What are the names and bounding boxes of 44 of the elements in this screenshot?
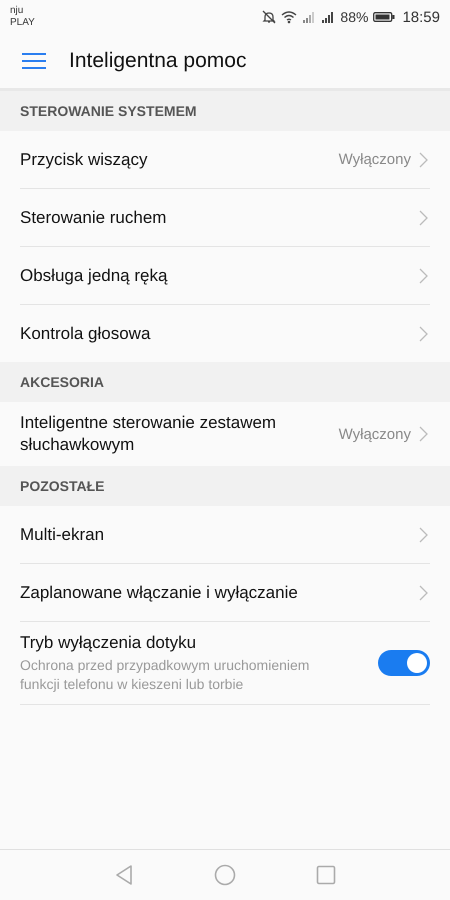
- menu-icon[interactable]: [22, 52, 46, 70]
- chevron-right-icon: [419, 526, 428, 542]
- section-title: STEROWANIE SYSTEMEM: [20, 103, 197, 119]
- signal-icon: [302, 10, 316, 24]
- settings-row[interactable]: Tryb wyłączenia dotyku Ochrona przed przypadkowym uruchomieniem funkcji telefonu w kieszeni lub torbie: [20, 622, 430, 705]
- toggle-switch[interactable]: [378, 650, 430, 676]
- settings-row[interactable]: Sterowanie ruchem: [20, 189, 430, 247]
- settings-row[interactable]: Inteligentne sterowanie zestawem słuchawkowym Wyłączony: [20, 402, 430, 466]
- battery-percent: 88%: [340, 9, 368, 25]
- setting-label: Przycisk wiszący: [20, 148, 149, 170]
- chevron-right-icon: [419, 584, 428, 600]
- muted-bell-icon: [262, 10, 276, 24]
- carrier-name: PLAY: [10, 17, 35, 29]
- setting-value: Wyłączony: [338, 151, 411, 168]
- setting-label: Inteligentne sterowanie zestawem słuchawkowym: [20, 412, 278, 456]
- settings-row[interactable]: Zaplanowane włączanie i wyłączanie: [20, 564, 430, 622]
- chevron-right-icon: [419, 152, 428, 168]
- setting-value: Wyłączony: [338, 426, 411, 442]
- clock-time: 18:59: [402, 8, 440, 26]
- chevron-right-icon: [419, 426, 428, 442]
- setting-label: Tryb wyłączenia dotyku: [20, 632, 198, 654]
- setting-label: Multi-ekran: [20, 524, 106, 546]
- settings-row[interactable]: Multi-ekran: [20, 506, 430, 564]
- carrier-name: nju: [10, 5, 24, 17]
- recents-icon[interactable]: [316, 865, 336, 885]
- back-icon[interactable]: [114, 864, 134, 886]
- setting-label: Sterowanie ruchem: [20, 206, 168, 228]
- settings-row[interactable]: Obsługa jedną ręką: [20, 247, 430, 305]
- settings-row[interactable]: Przycisk wiszący Wyłączony: [20, 131, 430, 189]
- wifi-icon: [281, 10, 298, 24]
- chevron-right-icon: [419, 268, 428, 284]
- settings-row[interactable]: Kontrola głosowa: [20, 305, 430, 362]
- chevron-right-icon: [419, 326, 428, 342]
- home-icon[interactable]: [214, 864, 236, 886]
- chevron-right-icon: [419, 210, 428, 226]
- setting-label: Zaplanowane włączanie i wyłączanie: [20, 582, 299, 604]
- section-title: AKCESORIA: [20, 374, 104, 390]
- setting-label: Kontrola głosowa: [20, 322, 152, 344]
- battery-icon: [373, 11, 396, 23]
- section-title: POZOSTAŁE: [20, 478, 105, 494]
- screen-title: Inteligentna pomoc: [69, 49, 246, 73]
- setting-label: Obsługa jedną ręką: [20, 264, 168, 286]
- signal-icon: [321, 10, 336, 24]
- setting-description: Ochrona przed przypadkowym uruchomieniem funkcji telefonu w kieszeni lub torbie: [20, 656, 310, 694]
